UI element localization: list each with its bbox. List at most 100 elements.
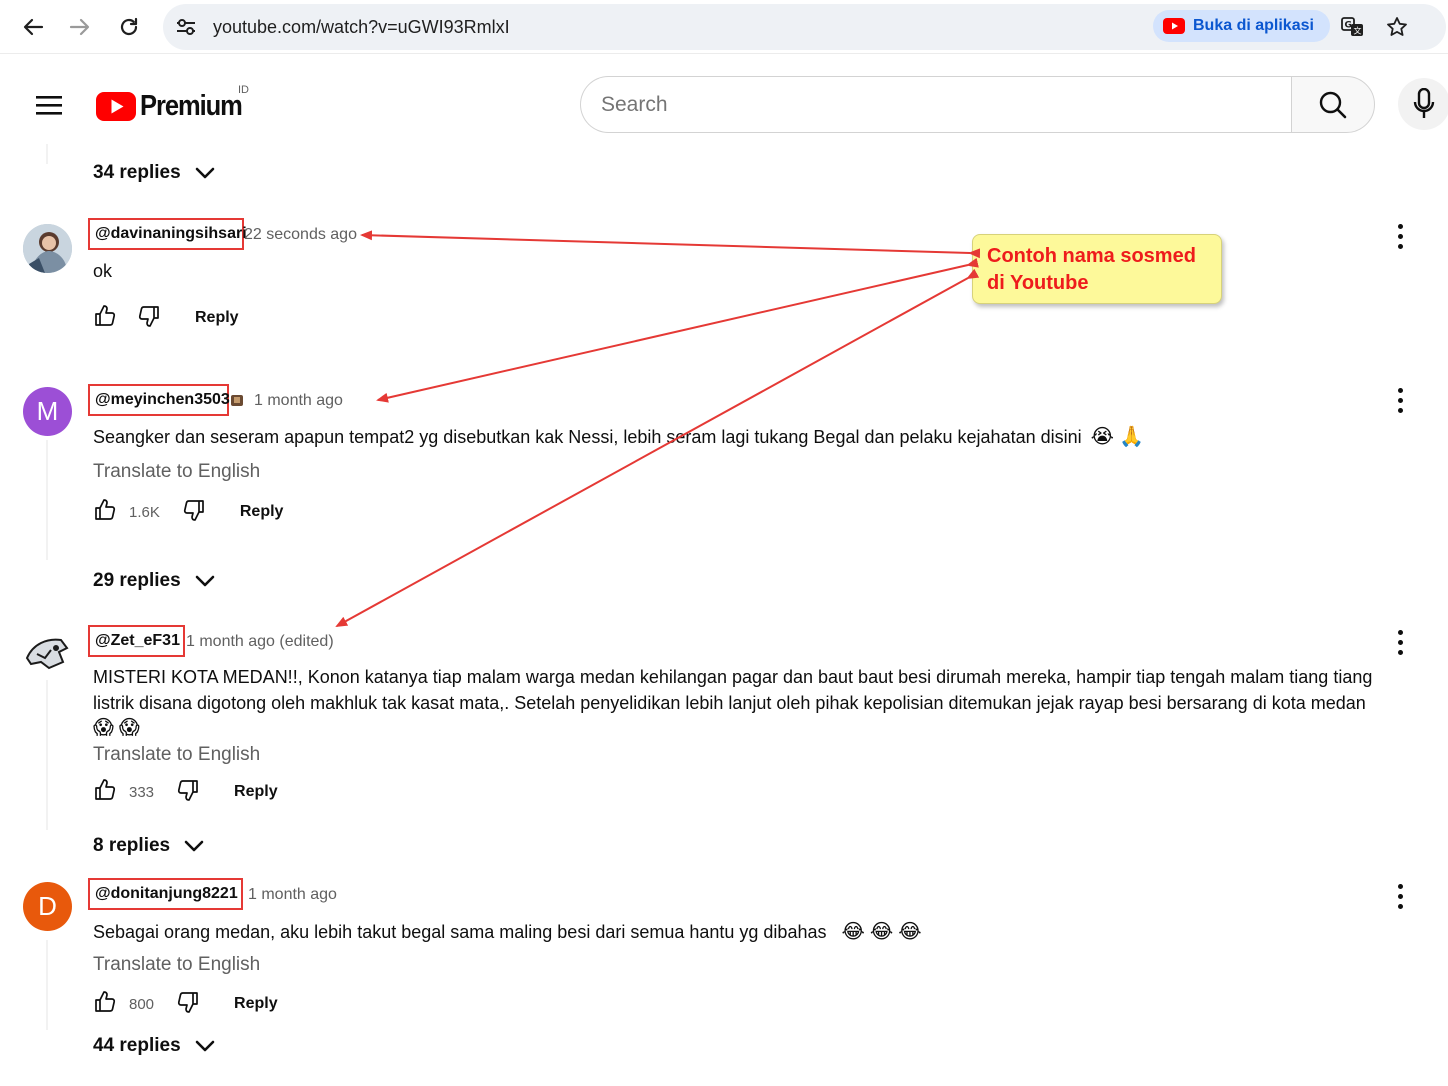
comment-text-line: MISTERI KOTA MEDAN!!, Konon katanya tiap… xyxy=(93,667,1373,687)
annotation-arrow xyxy=(376,257,979,403)
author-handle: @Zet_eF31 xyxy=(95,632,180,649)
chevron-down-icon xyxy=(195,1040,214,1052)
like-icon[interactable] xyxy=(93,778,117,807)
more-options-icon[interactable] xyxy=(1388,222,1412,250)
youtube-header: Premium ID xyxy=(0,66,1448,144)
comment-time[interactable]: 1 month ago xyxy=(254,392,343,410)
reply-button[interactable]: Reply xyxy=(234,783,278,801)
replies-toggle[interactable]: 44 replies xyxy=(93,1035,215,1057)
folded-hands-emoji-icon: 🙏 xyxy=(1119,424,1144,448)
comment-time[interactable]: 22 seconds ago xyxy=(244,226,357,244)
forward-arrow-icon[interactable] xyxy=(67,14,93,40)
logo-text: Premium xyxy=(140,89,243,122)
annotation-arrow xyxy=(360,230,981,259)
country-code: ID xyxy=(238,84,249,96)
comment-author[interactable]: @meyinchen3503 xyxy=(88,384,230,416)
comment-actions: Reply xyxy=(93,304,239,332)
translate-link[interactable]: Translate to English xyxy=(93,954,260,976)
chevron-down-icon xyxy=(184,840,204,852)
avatar-letter: M xyxy=(36,396,59,426)
bookmark-star-icon[interactable] xyxy=(1384,14,1410,40)
comment-text: ok xyxy=(93,261,113,281)
comment-author[interactable]: @Zet_eF31 xyxy=(88,625,185,657)
dislike-icon[interactable] xyxy=(176,990,200,1019)
replies-count: 44 replies xyxy=(93,1035,181,1056)
comment-text-body: Sebagai orang medan, aku lebih takut beg… xyxy=(93,922,827,942)
hamburger-menu-icon[interactable] xyxy=(36,93,62,117)
svg-text:G: G xyxy=(1345,21,1352,31)
like-icon[interactable] xyxy=(93,304,117,333)
more-options-icon[interactable] xyxy=(1388,628,1412,656)
thread-line xyxy=(46,680,48,830)
url-text[interactable]: youtube.com/watch?v=uGWI93RmlxI xyxy=(213,17,510,38)
open-in-app-button[interactable]: Buka di aplikasi xyxy=(1153,10,1330,42)
screaming-face-emoji-icon: 😱 xyxy=(93,715,114,739)
reload-icon[interactable] xyxy=(116,14,142,40)
address-bar[interactable]: youtube.com/watch?v=uGWI93RmlxI Buka di … xyxy=(163,4,1446,50)
laughing-tears-emoji-icon: 😂 xyxy=(898,919,922,943)
comment-author[interactable]: @davinaningsihsari xyxy=(88,218,247,250)
laughing-tears-emoji-icon: 😂 xyxy=(841,919,865,943)
search-input[interactable] xyxy=(601,93,1261,117)
dislike-icon[interactable] xyxy=(176,778,200,807)
callout-line-1: Contoh nama sosmed xyxy=(987,245,1196,267)
thread-line xyxy=(46,440,48,560)
more-options-icon[interactable] xyxy=(1388,386,1412,414)
reply-button[interactable]: Reply xyxy=(240,503,284,521)
like-count: 800 xyxy=(129,995,155,1013)
chevron-down-icon xyxy=(195,575,214,587)
voice-search-button[interactable] xyxy=(1398,78,1448,130)
comment-author[interactable]: @donitanjung8221 xyxy=(88,878,243,910)
author-handle: @davinaningsihsari xyxy=(95,225,247,242)
like-count: 333 xyxy=(129,783,155,801)
translate-icon[interactable]: G文 xyxy=(1340,14,1366,40)
avatar[interactable] xyxy=(23,628,72,677)
crying-emoji-icon: 😭 xyxy=(1090,424,1115,448)
open-in-app-label: Buka di aplikasi xyxy=(1193,17,1314,34)
replies-toggle[interactable]: 29 replies xyxy=(93,570,215,592)
like-icon[interactable] xyxy=(93,990,117,1019)
site-settings-icon[interactable] xyxy=(175,16,197,38)
reply-button[interactable]: Reply xyxy=(234,995,278,1013)
back-arrow-icon[interactable] xyxy=(20,14,46,40)
callout-line-2: di Youtube xyxy=(987,272,1089,294)
more-options-icon[interactable] xyxy=(1388,882,1412,910)
annotation-callout: Contoh nama sosmed di Youtube xyxy=(972,234,1222,304)
avatar[interactable]: M xyxy=(23,387,72,436)
screaming-face-emoji-icon: 😱 xyxy=(118,715,140,739)
replies-count: 34 replies xyxy=(93,162,181,183)
author-handle: @donitanjung8221 xyxy=(95,885,238,902)
comment-text-body: Seangker dan seseram apapun tempat2 yg d… xyxy=(93,427,1082,447)
search-button[interactable] xyxy=(1291,76,1375,133)
avatar-letter: D xyxy=(38,891,57,921)
thread-line xyxy=(46,940,48,1030)
comment-actions: 333 Reply xyxy=(93,778,278,806)
comment-actions: 1.6K Reply xyxy=(93,498,283,526)
youtube-premium-logo[interactable]: Premium xyxy=(96,90,256,122)
svg-text:文: 文 xyxy=(1354,26,1362,36)
comment-text: Sebagai orang medan, aku lebih takut beg… xyxy=(93,918,922,945)
translate-link[interactable]: Translate to English xyxy=(93,744,260,766)
replies-count: 29 replies xyxy=(93,570,181,591)
like-count: 1.6K xyxy=(129,503,160,521)
youtube-play-icon xyxy=(96,91,136,121)
chevron-down-icon xyxy=(195,167,214,179)
dislike-icon[interactable] xyxy=(182,498,206,527)
reply-button[interactable]: Reply xyxy=(195,309,239,327)
comment-actions: 800 Reply xyxy=(93,990,278,1018)
comment-time[interactable]: 1 month ago xyxy=(248,886,337,904)
search-box xyxy=(580,76,1292,133)
dislike-icon[interactable] xyxy=(137,304,161,333)
avatar[interactable] xyxy=(23,224,72,273)
translate-link[interactable]: Translate to English xyxy=(93,461,260,483)
author-handle: @meyinchen3503 xyxy=(95,391,230,408)
avatar[interactable]: D xyxy=(23,882,72,931)
replies-toggle[interactable]: 8 replies xyxy=(93,835,204,857)
laughing-tears-emoji-icon: 😂 xyxy=(869,919,894,943)
member-badge-icon xyxy=(229,392,245,413)
replies-count: 8 replies xyxy=(93,835,171,856)
like-icon[interactable] xyxy=(93,498,117,527)
replies-toggle[interactable]: 34 replies xyxy=(93,162,215,184)
annotation-arrow xyxy=(335,268,980,627)
comment-time[interactable]: 1 month ago (edited) xyxy=(186,633,334,651)
